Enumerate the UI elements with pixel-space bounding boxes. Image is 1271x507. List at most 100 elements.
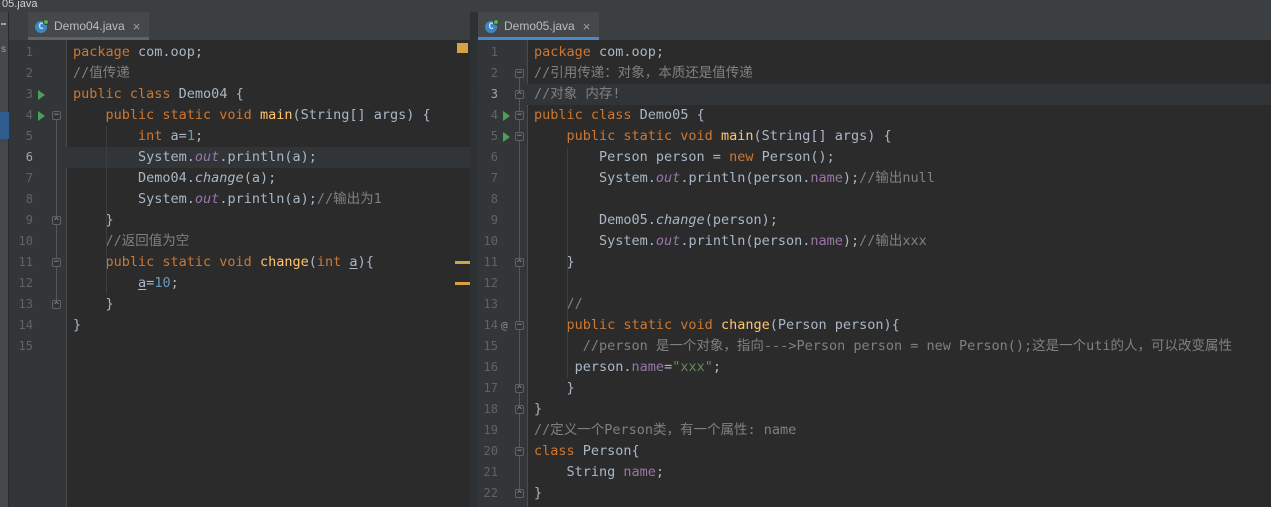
fold-end-icon[interactable]: ^ — [515, 90, 524, 101]
line-number[interactable]: 8 — [9, 189, 33, 210]
tab-demo05[interactable]: C Demo05.java × — [478, 12, 600, 40]
line-number[interactable]: 12 — [478, 273, 498, 294]
line-number[interactable]: 20 — [478, 441, 498, 462]
code-line[interactable]: 12 a=10; — [9, 273, 470, 294]
fold-collapse-icon[interactable]: − — [515, 447, 524, 456]
code-line[interactable]: 5 int a=1; — [9, 126, 470, 147]
line-number[interactable]: 6 — [9, 147, 33, 168]
line-number[interactable]: 22 — [478, 483, 498, 504]
code-line[interactable]: 10 System.out.println(person.name);//输出x… — [478, 231, 1271, 252]
line-number[interactable]: 6 — [478, 147, 498, 168]
code-line[interactable]: 17 ^ } — [478, 378, 1271, 399]
code-line[interactable]: 15 — [9, 336, 470, 357]
line-number[interactable]: 9 — [478, 210, 498, 231]
line-number[interactable]: 19 — [478, 420, 498, 441]
code-text[interactable]: package com.oop; — [528, 42, 1271, 63]
line-number[interactable]: 2 — [9, 63, 33, 84]
line-number[interactable]: 7 — [478, 168, 498, 189]
code-text[interactable]: String name; — [528, 462, 1271, 483]
code-text[interactable]: System.out.println(a);//输出为1 — [67, 189, 470, 210]
code-line[interactable]: 9 ^ } — [9, 210, 470, 231]
run-arrow-icon[interactable] — [503, 132, 510, 142]
fold-collapse-icon[interactable]: − — [515, 111, 524, 120]
editor-demo05[interactable]: 1 package com.oop; 2−//引用传递：对象，本质还是值传递 3 ^//… — [478, 40, 1271, 507]
line-number[interactable]: 4 — [478, 105, 498, 126]
code-line[interactable]: 21 String name; — [478, 462, 1271, 483]
code-text[interactable]: package com.oop; — [67, 42, 470, 63]
code-text[interactable]: } — [528, 252, 1271, 273]
warning-stripe-mark[interactable] — [455, 261, 470, 264]
run-arrow-icon[interactable] — [38, 111, 45, 121]
code-line[interactable]: 15 //person 是一个对象，指向--->Person person = … — [478, 336, 1271, 357]
line-number[interactable]: 17 — [478, 378, 498, 399]
code-text[interactable]: public class Demo05 { — [528, 105, 1271, 126]
fold-end-icon[interactable]: ^ — [515, 258, 524, 269]
code-line[interactable]: 3 ^ //对象 内存! — [478, 84, 1271, 105]
code-line[interactable]: 11 − public static void change(int a){ — [9, 252, 470, 273]
code-line[interactable]: 1 package com.oop; — [478, 42, 1271, 63]
code-text[interactable]: Demo04.change(a); — [67, 168, 470, 189]
editor-demo04[interactable]: 1 package com.oop; 2 //值传递 3 public class Dem… — [9, 40, 470, 507]
code-text[interactable]: Demo05.change(person); — [528, 210, 1271, 231]
code-text[interactable]: //返回值为空 — [67, 231, 470, 252]
fold-end-icon[interactable]: ^ — [515, 384, 524, 395]
code-line[interactable]: 16 person.name="xxx"; — [478, 357, 1271, 378]
close-tab-icon[interactable]: × — [583, 20, 591, 33]
code-text[interactable]: public static void change(int a){ — [67, 252, 470, 273]
code-text[interactable]: public static void main(String[] args) { — [67, 105, 470, 126]
line-number[interactable]: 16 — [478, 357, 498, 378]
gutter-badge-icon[interactable]: @ — [501, 315, 508, 336]
warning-indicator-icon[interactable] — [457, 43, 468, 53]
line-number[interactable]: 14 — [9, 315, 33, 336]
code-text[interactable]: public static void change(Person person)… — [528, 315, 1271, 336]
line-number[interactable]: 4 — [9, 105, 33, 126]
line-number[interactable]: 8 — [478, 189, 498, 210]
line-number[interactable]: 3 — [478, 84, 498, 105]
close-tab-icon[interactable]: × — [133, 20, 141, 33]
code-line[interactable]: 11 ^ } — [478, 252, 1271, 273]
line-number[interactable]: 15 — [9, 336, 33, 357]
line-number[interactable]: 21 — [478, 462, 498, 483]
code-text[interactable]: //对象 内存! — [528, 84, 1271, 105]
line-number[interactable]: 1 — [478, 42, 498, 63]
code-line[interactable]: 20 − class Person{ — [478, 441, 1271, 462]
fold-end-icon[interactable]: ^ — [52, 216, 61, 227]
code-text[interactable]: class Person{ — [528, 441, 1271, 462]
code-text[interactable]: } — [528, 483, 1271, 504]
line-number[interactable]: 11 — [478, 252, 498, 273]
code-text[interactable]: } — [67, 210, 470, 231]
line-number[interactable]: 2 — [478, 63, 498, 84]
line-number[interactable]: 5 — [9, 126, 33, 147]
code-line[interactable]: 1 package com.oop; — [9, 42, 470, 63]
code-text[interactable]: // — [528, 294, 1271, 315]
code-line[interactable]: 13 // — [478, 294, 1271, 315]
code-line[interactable]: 7 System.out.println(person.name);//输出nu… — [478, 168, 1271, 189]
code-text[interactable]: a=10; — [67, 273, 470, 294]
line-number[interactable]: 10 — [9, 231, 33, 252]
warning-stripe-mark[interactable] — [455, 282, 470, 285]
code-text[interactable]: Person person = new Person(); — [528, 147, 1271, 168]
code-line[interactable]: 6 System.out.println(a); — [9, 147, 470, 168]
pane-splitter[interactable] — [470, 12, 478, 507]
fold-end-icon[interactable]: ^ — [52, 300, 61, 311]
line-number[interactable]: 7 — [9, 168, 33, 189]
code-line[interactable]: 7 Demo04.change(a); — [9, 168, 470, 189]
code-line[interactable]: 3 public class Demo04 { — [9, 84, 470, 105]
line-number[interactable]: 1 — [9, 42, 33, 63]
fold-collapse-icon[interactable]: − — [515, 321, 524, 330]
code-line[interactable]: 8 System.out.println(a);//输出为1 — [9, 189, 470, 210]
fold-collapse-icon[interactable]: − — [515, 69, 524, 78]
code-line[interactable]: 4 − public static void main(String[] args… — [9, 105, 470, 126]
fold-end-icon[interactable]: ^ — [515, 405, 524, 416]
code-text[interactable]: public class Demo04 { — [67, 84, 470, 105]
run-arrow-icon[interactable] — [503, 111, 510, 121]
code-text[interactable]: public static void main(String[] args) { — [528, 126, 1271, 147]
line-number[interactable]: 9 — [9, 210, 33, 231]
code-line[interactable]: 18 ^} — [478, 399, 1271, 420]
code-text[interactable]: } — [67, 294, 470, 315]
code-text[interactable]: //值传递 — [67, 63, 470, 84]
fold-collapse-icon[interactable]: − — [52, 258, 61, 267]
line-number[interactable]: 15 — [478, 336, 498, 357]
line-number[interactable]: 12 — [9, 273, 33, 294]
code-line[interactable]: 14} — [9, 315, 470, 336]
